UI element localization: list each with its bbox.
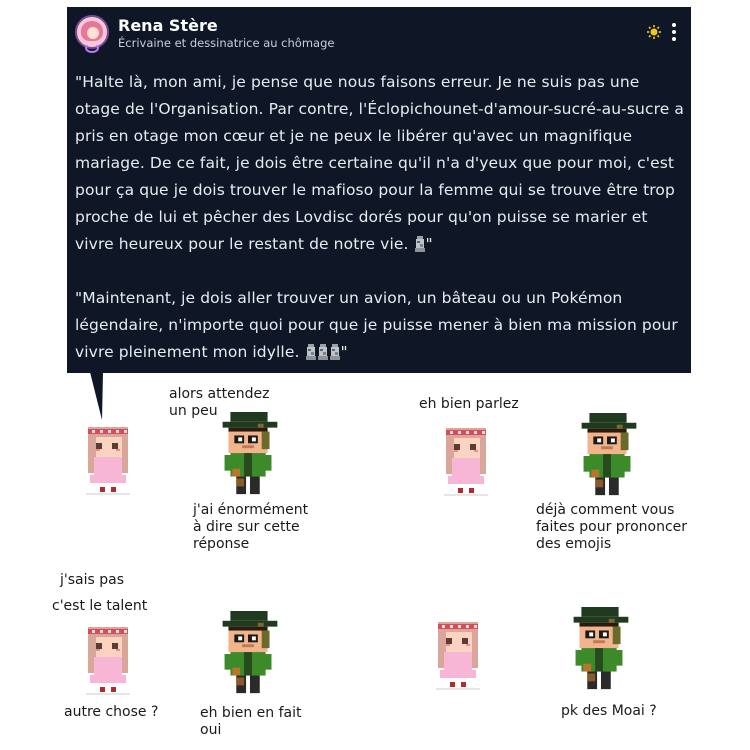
post-paragraph-1-quote: " (425, 235, 433, 253)
girl-line-1: eh bien parlez (419, 396, 519, 412)
girl-line-2: j'sais pas (60, 572, 125, 588)
post-body: "Halte là, mon ami, je pense que nous fa… (75, 69, 687, 393)
boy-sprite (577, 413, 639, 501)
boy-sprite (569, 607, 631, 695)
boy-line-2: j'ai énormément à dire sur cette réponse (193, 502, 309, 552)
post-paragraph-2-quote: " (340, 343, 348, 361)
boy-line-3: déjà comment vous faites pour prononcer … (536, 502, 688, 552)
more-options-icon[interactable] (671, 23, 677, 41)
post-paragraph-2: "Maintenant, je dois aller trouver un av… (75, 285, 687, 366)
girl-line-3: c'est le talent (52, 598, 148, 614)
girl-sprite (438, 426, 494, 498)
girl-line-4: autre chose ? (64, 704, 159, 720)
girl-sprite (430, 620, 486, 692)
boy-sprite (218, 412, 280, 500)
author-name[interactable]: Rena Stère (118, 16, 218, 35)
moai-emoji-icon (306, 344, 316, 360)
avatar-badge-icon (85, 43, 99, 53)
girl-sprite (80, 625, 136, 697)
boy-line-5: pk des Moai ? (561, 703, 657, 719)
post-paragraph-2-text: "Maintenant, je dois aller trouver un av… (75, 289, 678, 361)
moai-emoji-icon (415, 236, 425, 252)
boy-sprite (218, 611, 280, 699)
post-paragraph-1: "Halte là, mon ami, je pense que nous fa… (75, 69, 687, 258)
post-paragraph-1-text: "Halte là, mon ami, je pense que nous fa… (75, 73, 684, 253)
girl-sprite (80, 425, 136, 497)
boy-line-4: eh bien en fait oui (200, 705, 302, 738)
speech-bubble-tail (90, 372, 103, 420)
moai-emoji-icon (330, 344, 340, 360)
moai-emoji-icon (318, 344, 328, 360)
sun-icon[interactable] (647, 25, 661, 39)
author-bio: Écrivaine et dessinatrice au chômage (118, 36, 335, 50)
post-card: Rena Stère Écrivaine et dessinatrice au … (67, 7, 691, 373)
